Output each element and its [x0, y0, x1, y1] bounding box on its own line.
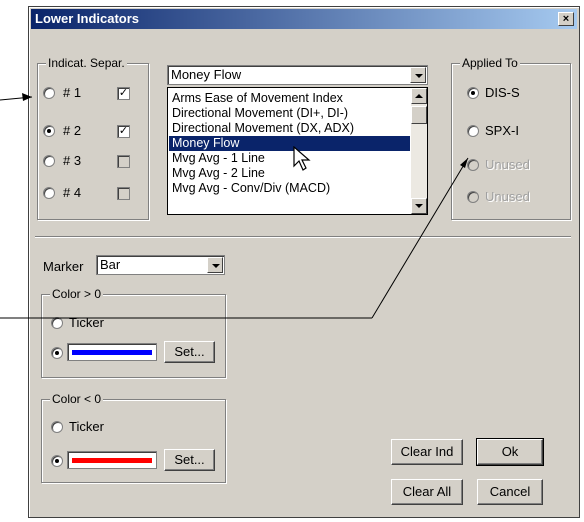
color-negative-swatch: [67, 451, 157, 469]
color-positive-group: Color > 0: [41, 287, 226, 378]
indicator-list-item[interactable]: Mvg Avg - Conv/Div (MACD): [169, 181, 410, 196]
indicator-list-item[interactable]: Directional Movement (DI+, DI-): [169, 106, 410, 121]
mouse-pointer-icon: [293, 146, 311, 171]
color-negative-set-button[interactable]: Set...: [164, 449, 215, 471]
indicator-label-4: # 4: [63, 185, 82, 200]
indicator-checkbox-2[interactable]: ✓: [117, 125, 130, 138]
indicator-list-item[interactable]: Directional Movement (DX, ADX): [169, 121, 410, 136]
scroll-thumb[interactable]: [411, 106, 427, 124]
indicator-radio-2[interactable]: [43, 125, 55, 137]
color-positive-swatch: [67, 343, 157, 361]
color-negative-legend: Color < 0: [50, 392, 104, 406]
indicator-radio-3[interactable]: [43, 155, 55, 167]
section-divider: [35, 236, 571, 238]
indicator-label-1: # 1: [63, 85, 82, 100]
lower-indicators-dialog: Lower Indicators × Indicat. Separ. # 1 ✓ #…: [28, 6, 580, 518]
marker-label: Marker: [43, 259, 84, 274]
indicator-checkbox-3[interactable]: [117, 155, 130, 168]
indicator-list-item[interactable]: Mvg Avg - 2 Line: [169, 166, 410, 181]
close-icon: ×: [562, 13, 570, 25]
chevron-down-icon[interactable]: [207, 257, 223, 273]
indicator-radio-4[interactable]: [43, 187, 55, 199]
applied-to-radio-1[interactable]: [467, 87, 479, 99]
color-positive-set-button[interactable]: Set...: [164, 341, 215, 363]
color-negative-ticker-radio[interactable]: [51, 421, 63, 433]
indicator-combo-value: Money Flow: [171, 67, 242, 82]
clear-ind-button[interactable]: Clear Ind: [391, 439, 463, 465]
checkmark-icon: ✓: [118, 125, 129, 137]
indicator-list-scrollbar[interactable]: [411, 88, 427, 214]
scroll-up-icon[interactable]: [411, 88, 427, 104]
scroll-down-icon[interactable]: [411, 198, 427, 214]
color-positive-fill: [72, 350, 152, 355]
indicator-radio-1[interactable]: [43, 87, 55, 99]
indicator-list-item[interactable]: Money Flow: [169, 136, 410, 151]
color-positive-custom-radio[interactable]: [51, 347, 63, 359]
applied-to-radio-2[interactable]: [467, 125, 479, 137]
indicator-separation-legend: Indicat. Separ.: [46, 56, 127, 70]
applied-to-label-2: SPX-I: [485, 123, 519, 138]
color-negative-set-label: Set...: [174, 452, 205, 467]
clear-all-button[interactable]: Clear All: [391, 479, 463, 505]
indicator-list-item[interactable]: Arms Ease of Movement Index: [169, 91, 410, 106]
color-negative-ticker-label: Ticker: [69, 419, 104, 434]
checkmark-icon: ✓: [118, 87, 129, 99]
applied-to-radio-4[interactable]: [467, 191, 479, 203]
color-negative-custom-radio[interactable]: [51, 455, 63, 467]
indicator-checkbox-4[interactable]: [117, 187, 130, 200]
applied-to-legend: Applied To: [460, 56, 520, 70]
color-positive-ticker-label: Ticker: [69, 315, 104, 330]
applied-to-radio-3[interactable]: [467, 159, 479, 171]
indicator-label-3: # 3: [63, 153, 82, 168]
applied-to-label-4: Unused: [485, 189, 530, 204]
indicator-combo[interactable]: Money Flow: [167, 65, 428, 85]
color-positive-ticker-radio[interactable]: [51, 317, 63, 329]
window-title: Lower Indicators: [35, 11, 140, 26]
ok-button[interactable]: Ok: [476, 438, 544, 466]
applied-to-label-3: Unused: [485, 157, 530, 172]
title-bar: Lower Indicators ×: [31, 9, 577, 29]
color-positive-legend: Color > 0: [50, 287, 104, 301]
cancel-label: Cancel: [489, 484, 531, 499]
color-positive-set-label: Set...: [174, 344, 205, 359]
indicator-label-2: # 2: [63, 123, 82, 138]
applied-to-label-1: DIS-S: [485, 85, 520, 100]
clear-ind-label: Clear Ind: [400, 444, 454, 459]
chevron-down-icon[interactable]: [410, 67, 426, 83]
close-button[interactable]: ×: [558, 12, 574, 26]
indicator-list-item[interactable]: Mvg Avg - 1 Line: [169, 151, 410, 166]
cancel-button[interactable]: Cancel: [477, 479, 543, 505]
marker-combo[interactable]: Bar: [96, 255, 225, 275]
marker-combo-value: Bar: [100, 257, 121, 272]
color-negative-fill: [72, 458, 152, 463]
ok-label: Ok: [501, 444, 519, 459]
clear-all-label: Clear All: [402, 484, 452, 499]
indicator-checkbox-1[interactable]: ✓: [117, 87, 130, 100]
